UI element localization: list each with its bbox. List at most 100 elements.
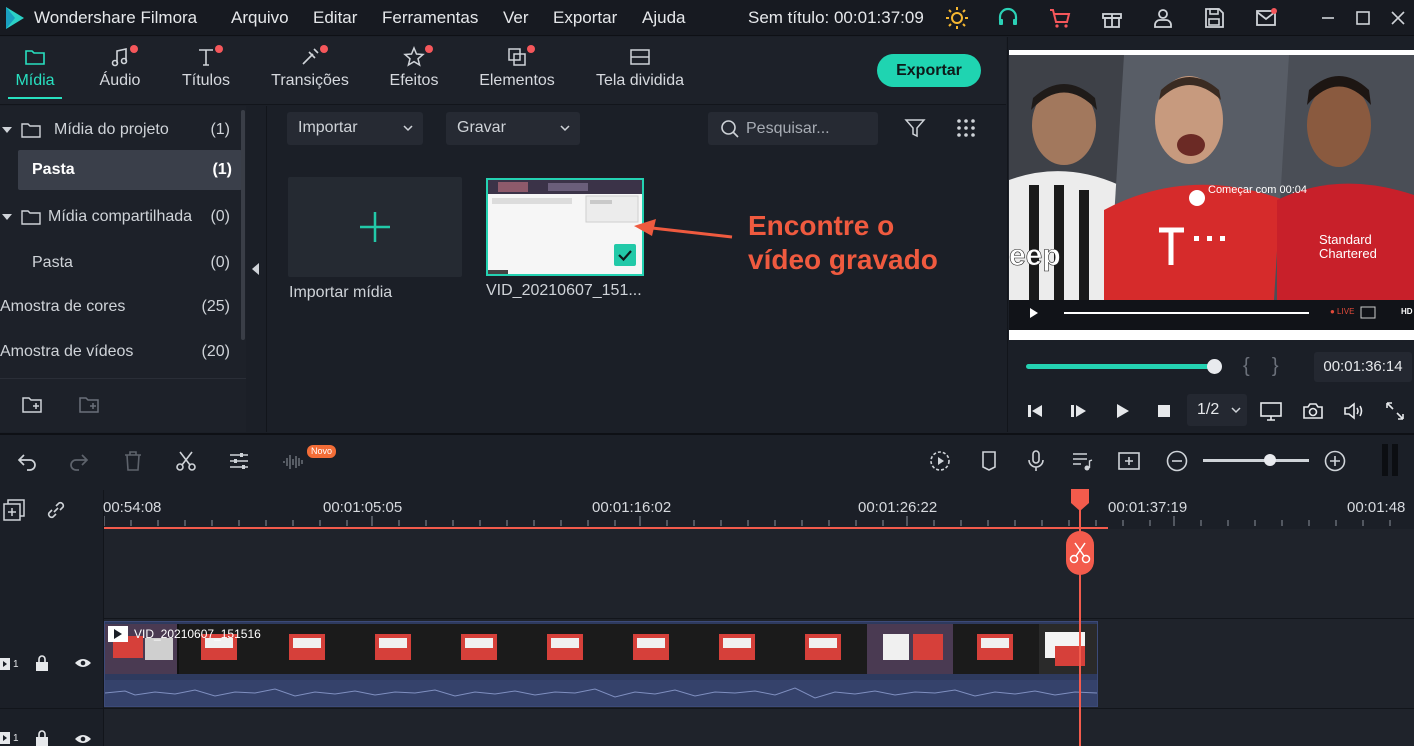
menu-exportar[interactable]: Exportar [553, 8, 617, 28]
expand-triangle-icon[interactable] [2, 212, 12, 222]
export-button[interactable]: Exportar [877, 54, 981, 87]
import-dropdown[interactable]: Importar [287, 112, 423, 145]
import-folder-icon[interactable] [78, 394, 102, 416]
expand-triangle-icon[interactable] [2, 125, 12, 135]
eye-visibility-icon[interactable] [74, 657, 92, 669]
record-dropdown[interactable]: Gravar [446, 112, 580, 145]
library-item-video-samples[interactable]: Amostra de vídeos (20) [0, 332, 240, 372]
marker-icon[interactable] [977, 449, 1001, 473]
search-box[interactable] [708, 112, 878, 145]
timeline-zoom-slider[interactable] [1203, 459, 1309, 462]
import-media-tile[interactable] [288, 177, 462, 277]
delete-trash-icon[interactable] [121, 449, 145, 473]
library-item-pasta-shared[interactable]: Pasta (0) [0, 243, 240, 283]
display-monitor-icon[interactable] [1259, 399, 1283, 423]
library-item-count: (0) [210, 208, 230, 225]
tab-midia[interactable]: Mídia [0, 37, 70, 105]
split-at-playhead-button[interactable] [1066, 531, 1094, 575]
mail-icon[interactable] [1254, 6, 1278, 30]
step-forward-icon[interactable] [1066, 399, 1090, 423]
library-item-project-media[interactable]: Mídia do projeto (1) [0, 110, 240, 150]
split-screen-icon [629, 46, 651, 68]
playhead-line[interactable] [1079, 490, 1081, 746]
filmora-logo-icon [4, 5, 28, 29]
annotation-line: Encontre o [748, 210, 895, 241]
close-icon[interactable] [1386, 6, 1410, 30]
save-icon[interactable] [1202, 6, 1226, 30]
play-icon[interactable] [1110, 399, 1134, 423]
undo-icon[interactable] [15, 449, 39, 473]
library-item-shared-media[interactable]: Mídia compartilhada (0) [0, 197, 240, 237]
tab-elementos[interactable]: Elementos [472, 37, 562, 105]
new-folder-icon[interactable] [21, 394, 45, 416]
tab-tela-dividida[interactable]: Tela dividida [590, 37, 690, 105]
zoom-out-icon[interactable] [1165, 449, 1189, 473]
link-icon[interactable] [44, 498, 68, 522]
mark-in-out-brackets-icon[interactable]: { } [1243, 355, 1279, 378]
preview-quality-select[interactable]: 1/2 [1187, 394, 1247, 426]
tab-transicoes[interactable]: Transições [266, 37, 354, 105]
lock-icon[interactable] [35, 655, 49, 671]
folder-icon [24, 46, 46, 68]
track-number: 1 [13, 733, 19, 744]
lock-icon[interactable] [35, 730, 49, 746]
new-badge-dot [425, 45, 433, 53]
ruler-label: 00:01:26:22 [858, 499, 938, 516]
add-subtitle-icon[interactable] [1117, 449, 1141, 473]
timeline-zoom-knob[interactable] [1264, 454, 1276, 466]
tab-titulos[interactable]: Títulos [170, 37, 242, 105]
effects-star-icon [403, 46, 425, 68]
adjust-sliders-icon[interactable] [227, 449, 251, 473]
playhead-handle-icon[interactable] [1069, 487, 1091, 513]
tab-audio[interactable]: Áudio [85, 37, 155, 105]
snapshot-camera-icon[interactable] [1301, 399, 1325, 423]
svg-text:Chartered: Chartered [1319, 246, 1377, 261]
preview-timecode: 00:01:36:14 [1314, 352, 1412, 382]
menu-editar[interactable]: Editar [313, 8, 357, 28]
redo-icon[interactable] [67, 449, 91, 473]
eye-visibility-icon[interactable] [74, 733, 92, 745]
preview-progress-bar[interactable] [1026, 364, 1214, 369]
maximize-icon[interactable] [1351, 6, 1375, 30]
minimize-icon[interactable] [1316, 6, 1340, 30]
collapse-panel-arrow-icon[interactable] [250, 262, 260, 276]
clip-filename: VID_20210607_151... [486, 282, 642, 299]
microphone-icon[interactable] [1024, 449, 1048, 473]
grid-view-icon[interactable] [955, 117, 977, 139]
tab-efeitos[interactable]: Efeitos [380, 37, 448, 105]
timeline-ruler[interactable] [104, 490, 1414, 528]
media-clip-thumbnail[interactable] [486, 178, 644, 276]
cut-scissors-icon[interactable] [174, 449, 198, 473]
library-footer [0, 378, 246, 432]
filter-icon[interactable] [904, 117, 926, 139]
menu-arquivo[interactable]: Arquivo [231, 8, 289, 28]
cart-icon[interactable] [1048, 6, 1072, 30]
annotation-line: vídeo gravado [748, 244, 938, 275]
user-icon[interactable] [1151, 6, 1175, 30]
menu-ver[interactable]: Ver [503, 8, 529, 28]
headset-icon[interactable] [996, 6, 1020, 30]
tab-label: Tela dividida [595, 72, 685, 89]
menu-ferramentas[interactable]: Ferramentas [382, 8, 478, 28]
panel-handle-icon[interactable] [1381, 444, 1399, 476]
add-track-icon[interactable] [2, 498, 26, 522]
gift-icon[interactable] [1100, 6, 1124, 30]
voiceover-list-icon[interactable] [1070, 449, 1094, 473]
library-item-pasta-selected[interactable]: Pasta (1) [18, 150, 242, 190]
library-item-name: Pasta [32, 254, 73, 271]
library-scrollbar[interactable] [241, 110, 245, 340]
render-preview-icon[interactable] [928, 449, 952, 473]
search-input[interactable] [746, 118, 871, 139]
library-item-color-samples[interactable]: Amostra de cores (25) [0, 287, 240, 327]
volume-icon[interactable] [1342, 399, 1366, 423]
audio-waveform-icon[interactable] [281, 449, 305, 473]
fullscreen-icon[interactable] [1383, 399, 1407, 423]
menu-ajuda[interactable]: Ajuda [642, 8, 685, 28]
sun-icon[interactable] [945, 6, 969, 30]
stop-icon[interactable] [1152, 399, 1176, 423]
preview-progress-knob[interactable] [1207, 359, 1222, 374]
track-header-audio-1: 1 [0, 724, 104, 746]
record-dropdown-label: Gravar [457, 119, 506, 136]
step-back-icon[interactable] [1023, 399, 1047, 423]
zoom-in-icon[interactable] [1323, 449, 1347, 473]
